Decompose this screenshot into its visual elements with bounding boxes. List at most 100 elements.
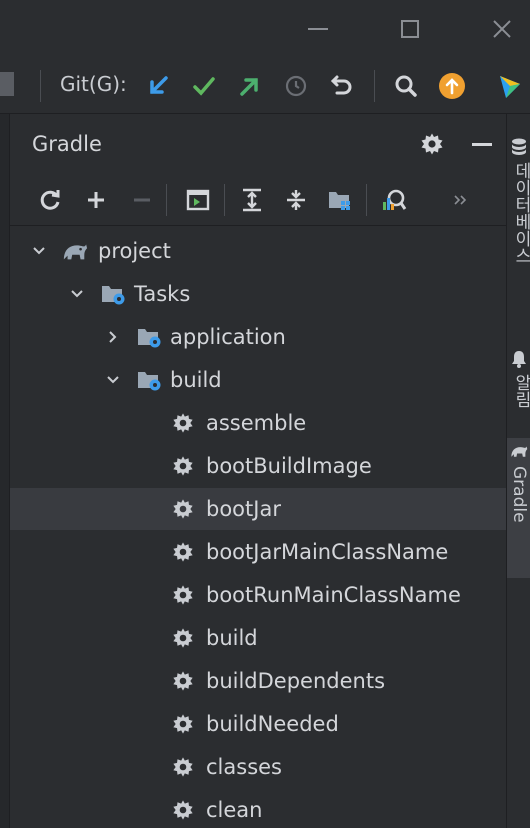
task-folder-icon: [136, 324, 162, 350]
update-available-button[interactable]: [434, 68, 470, 104]
tree-node-project[interactable]: project: [10, 230, 506, 272]
tree-node-build-group[interactable]: build: [10, 359, 506, 401]
tree-label: bootRunMainClassName: [206, 583, 461, 607]
gradle-tree: project Tasks application build assemble…: [10, 228, 506, 828]
run-task-button[interactable]: [180, 182, 216, 218]
hide-panel-button[interactable]: [466, 128, 498, 160]
toolbar-overflow-handle[interactable]: [0, 72, 14, 96]
gear-icon: [170, 582, 196, 608]
tree-label: bootJar: [206, 497, 281, 521]
tree-task-bootjarmainclassname[interactable]: bootJarMainClassName: [10, 531, 506, 573]
tree-task-bootjar[interactable]: bootJar: [10, 488, 506, 530]
tree-task-assemble[interactable]: assemble: [10, 402, 506, 444]
tree-label: assemble: [206, 411, 307, 435]
ide-logo-button[interactable]: [496, 68, 530, 104]
tree-node-tasks[interactable]: Tasks: [10, 273, 506, 315]
run-task-icon: [186, 189, 210, 211]
settings-gear-icon: [421, 133, 443, 155]
gear-icon: [170, 711, 196, 737]
database-icon: [512, 138, 526, 155]
panel-header: Gradle: [10, 114, 506, 174]
tree-task-bootrunmainclassname[interactable]: bootRunMainClassName: [10, 574, 506, 616]
more-actions-button[interactable]: [446, 182, 476, 218]
task-folder-icon: [136, 367, 162, 393]
minimize-icon: [308, 28, 328, 30]
tree-task-builddependents[interactable]: buildDependents: [10, 660, 506, 702]
git-commit-icon: [193, 77, 215, 96]
search-button[interactable]: [388, 68, 424, 104]
tree-label: build: [206, 626, 258, 650]
expand-all-icon: [243, 188, 261, 212]
git-push-button[interactable]: [232, 68, 268, 104]
tree-node-application[interactable]: application: [10, 316, 506, 358]
collapse-all-icon: [287, 190, 305, 210]
tree-label: bootJarMainClassName: [206, 540, 449, 564]
gradle-elephant-icon: [511, 446, 528, 457]
reload-icon: [40, 190, 60, 210]
gear-icon: [170, 797, 196, 823]
chevron-down-icon[interactable]: [104, 371, 122, 389]
gear-icon: [170, 625, 196, 651]
gradle-toolbar: [10, 174, 506, 226]
main-toolbar: Git(G):: [0, 58, 530, 114]
ide-logo-icon: [500, 76, 520, 98]
gear-icon: [170, 668, 196, 694]
tree-task-classes[interactable]: classes: [10, 746, 506, 788]
tree-task-buildneeded[interactable]: buildNeeded: [10, 703, 506, 745]
gradle-tool-label: Gradle: [509, 466, 529, 523]
git-update-button[interactable]: [140, 68, 176, 104]
analyze-dependencies-icon: [383, 189, 407, 210]
right-tool-stripe: 데이터베이스 알림 Gradle: [506, 114, 530, 828]
tree-label: build: [170, 368, 222, 392]
chevron-right-icon[interactable]: [104, 328, 122, 346]
tree-task-bootbuildimage[interactable]: bootBuildImage: [10, 445, 506, 487]
toolbar-separator: [224, 184, 225, 216]
tree-label: buildDependents: [206, 669, 386, 693]
history-button[interactable]: [278, 68, 314, 104]
tree-label: Tasks: [134, 282, 191, 306]
git-commit-button[interactable]: [186, 68, 222, 104]
add-button[interactable]: [78, 182, 114, 218]
database-tool-button[interactable]: 데이터베이스: [507, 134, 530, 334]
rollback-icon: [330, 75, 352, 95]
git-label: Git(G):: [60, 72, 127, 96]
group-modules-button[interactable]: [322, 182, 358, 218]
notifications-tool-button[interactable]: 알림: [507, 346, 530, 426]
gradle-tool-window: Gradle project Tasks application build a…: [0, 114, 506, 828]
remove-button[interactable]: [124, 182, 160, 218]
minimize-button[interactable]: [298, 10, 338, 48]
git-update-icon: [150, 76, 168, 94]
notifications-tool-label: 알림: [511, 374, 530, 408]
gradle-tool-button[interactable]: Gradle: [507, 438, 530, 578]
tree-task-clean[interactable]: clean: [10, 789, 506, 828]
editor-edge: [0, 114, 10, 828]
panel-title: Gradle: [32, 132, 102, 156]
gear-icon: [170, 453, 196, 479]
panel-settings-button[interactable]: [416, 128, 448, 160]
chevron-down-icon[interactable]: [30, 242, 48, 260]
add-icon: [88, 192, 104, 208]
update-available-icon: [439, 73, 465, 99]
toolbar-separator: [374, 70, 375, 102]
tree-label: classes: [206, 755, 282, 779]
git-push-icon: [240, 78, 258, 96]
gear-icon: [170, 754, 196, 780]
tree-label: buildNeeded: [206, 712, 339, 736]
collapse-all-button[interactable]: [278, 182, 314, 218]
expand-all-button[interactable]: [234, 182, 270, 218]
analyze-dependencies-button[interactable]: [376, 182, 412, 218]
chevron-down-icon[interactable]: [68, 285, 86, 303]
gradle-elephant-icon: [62, 238, 88, 264]
reload-button[interactable]: [32, 182, 68, 218]
gear-icon: [170, 496, 196, 522]
close-button[interactable]: [482, 10, 522, 48]
tree-label: project: [98, 239, 171, 263]
rollback-button[interactable]: [324, 68, 360, 104]
toolbar-separator: [166, 184, 167, 216]
history-icon: [285, 75, 307, 97]
toolbar-separator: [40, 70, 41, 102]
maximize-button[interactable]: [390, 10, 430, 48]
task-folder-icon: [100, 281, 126, 307]
tree-task-build[interactable]: build: [10, 617, 506, 659]
gear-icon: [170, 410, 196, 436]
